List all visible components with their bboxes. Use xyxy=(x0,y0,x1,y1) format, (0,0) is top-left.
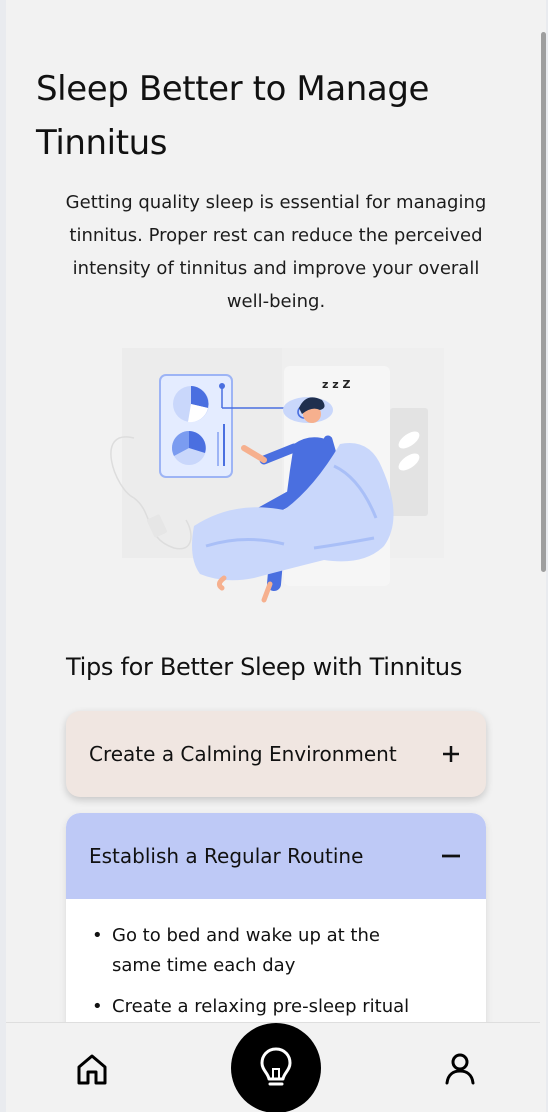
list-item: • Go to bed and wake up at the same time… xyxy=(90,921,434,981)
plus-icon[interactable] xyxy=(440,743,462,765)
accordion-header-regular-routine[interactable]: Establish a Regular Routine xyxy=(66,813,486,899)
minus-icon[interactable] xyxy=(440,845,462,867)
nav-profile-button[interactable] xyxy=(440,1049,480,1089)
list-item-text: Create a relaxing pre-sleep ritual xyxy=(112,996,410,1017)
accordion-title: Create a Calming Environment xyxy=(89,742,397,766)
accordion-body: • Go to bed and wake up at the same time… xyxy=(66,899,486,1022)
home-icon xyxy=(77,1054,107,1085)
accordion-calming-environment: Create a Calming Environment xyxy=(66,711,486,797)
lightbulb-icon xyxy=(260,1047,292,1086)
tips-heading: Tips for Better Sleep with Tinnitus xyxy=(66,653,463,681)
sleep-illustration: z z Z xyxy=(110,348,444,603)
list-item: • Create a relaxing pre-sleep ritual xyxy=(90,992,434,1022)
scrollbar[interactable] xyxy=(540,0,546,1112)
intro-paragraph: Getting quality sleep is essential for m… xyxy=(65,192,487,312)
nav-home-button[interactable] xyxy=(72,1049,112,1089)
accordion-header-calming-environment[interactable]: Create a Calming Environment xyxy=(66,711,486,797)
bullet: • xyxy=(92,925,103,946)
page: Sleep Better to Manage Tinnitus Getting … xyxy=(6,0,546,1112)
profile-icon xyxy=(445,1053,475,1085)
page-title: Sleep Better to Manage Tinnitus xyxy=(36,69,430,163)
list-item-text: Go to bed and wake up at the same time e… xyxy=(112,925,380,976)
bullet: • xyxy=(92,996,103,1017)
routine-tips-list: • Go to bed and wake up at the same time… xyxy=(90,921,434,1022)
scrollbar-thumb[interactable] xyxy=(541,32,546,572)
accordion-title: Establish a Regular Routine xyxy=(89,844,364,868)
bottom-navigation xyxy=(6,1022,546,1112)
nav-tips-button[interactable] xyxy=(231,1023,321,1112)
snore-text: z z Z xyxy=(322,378,350,391)
